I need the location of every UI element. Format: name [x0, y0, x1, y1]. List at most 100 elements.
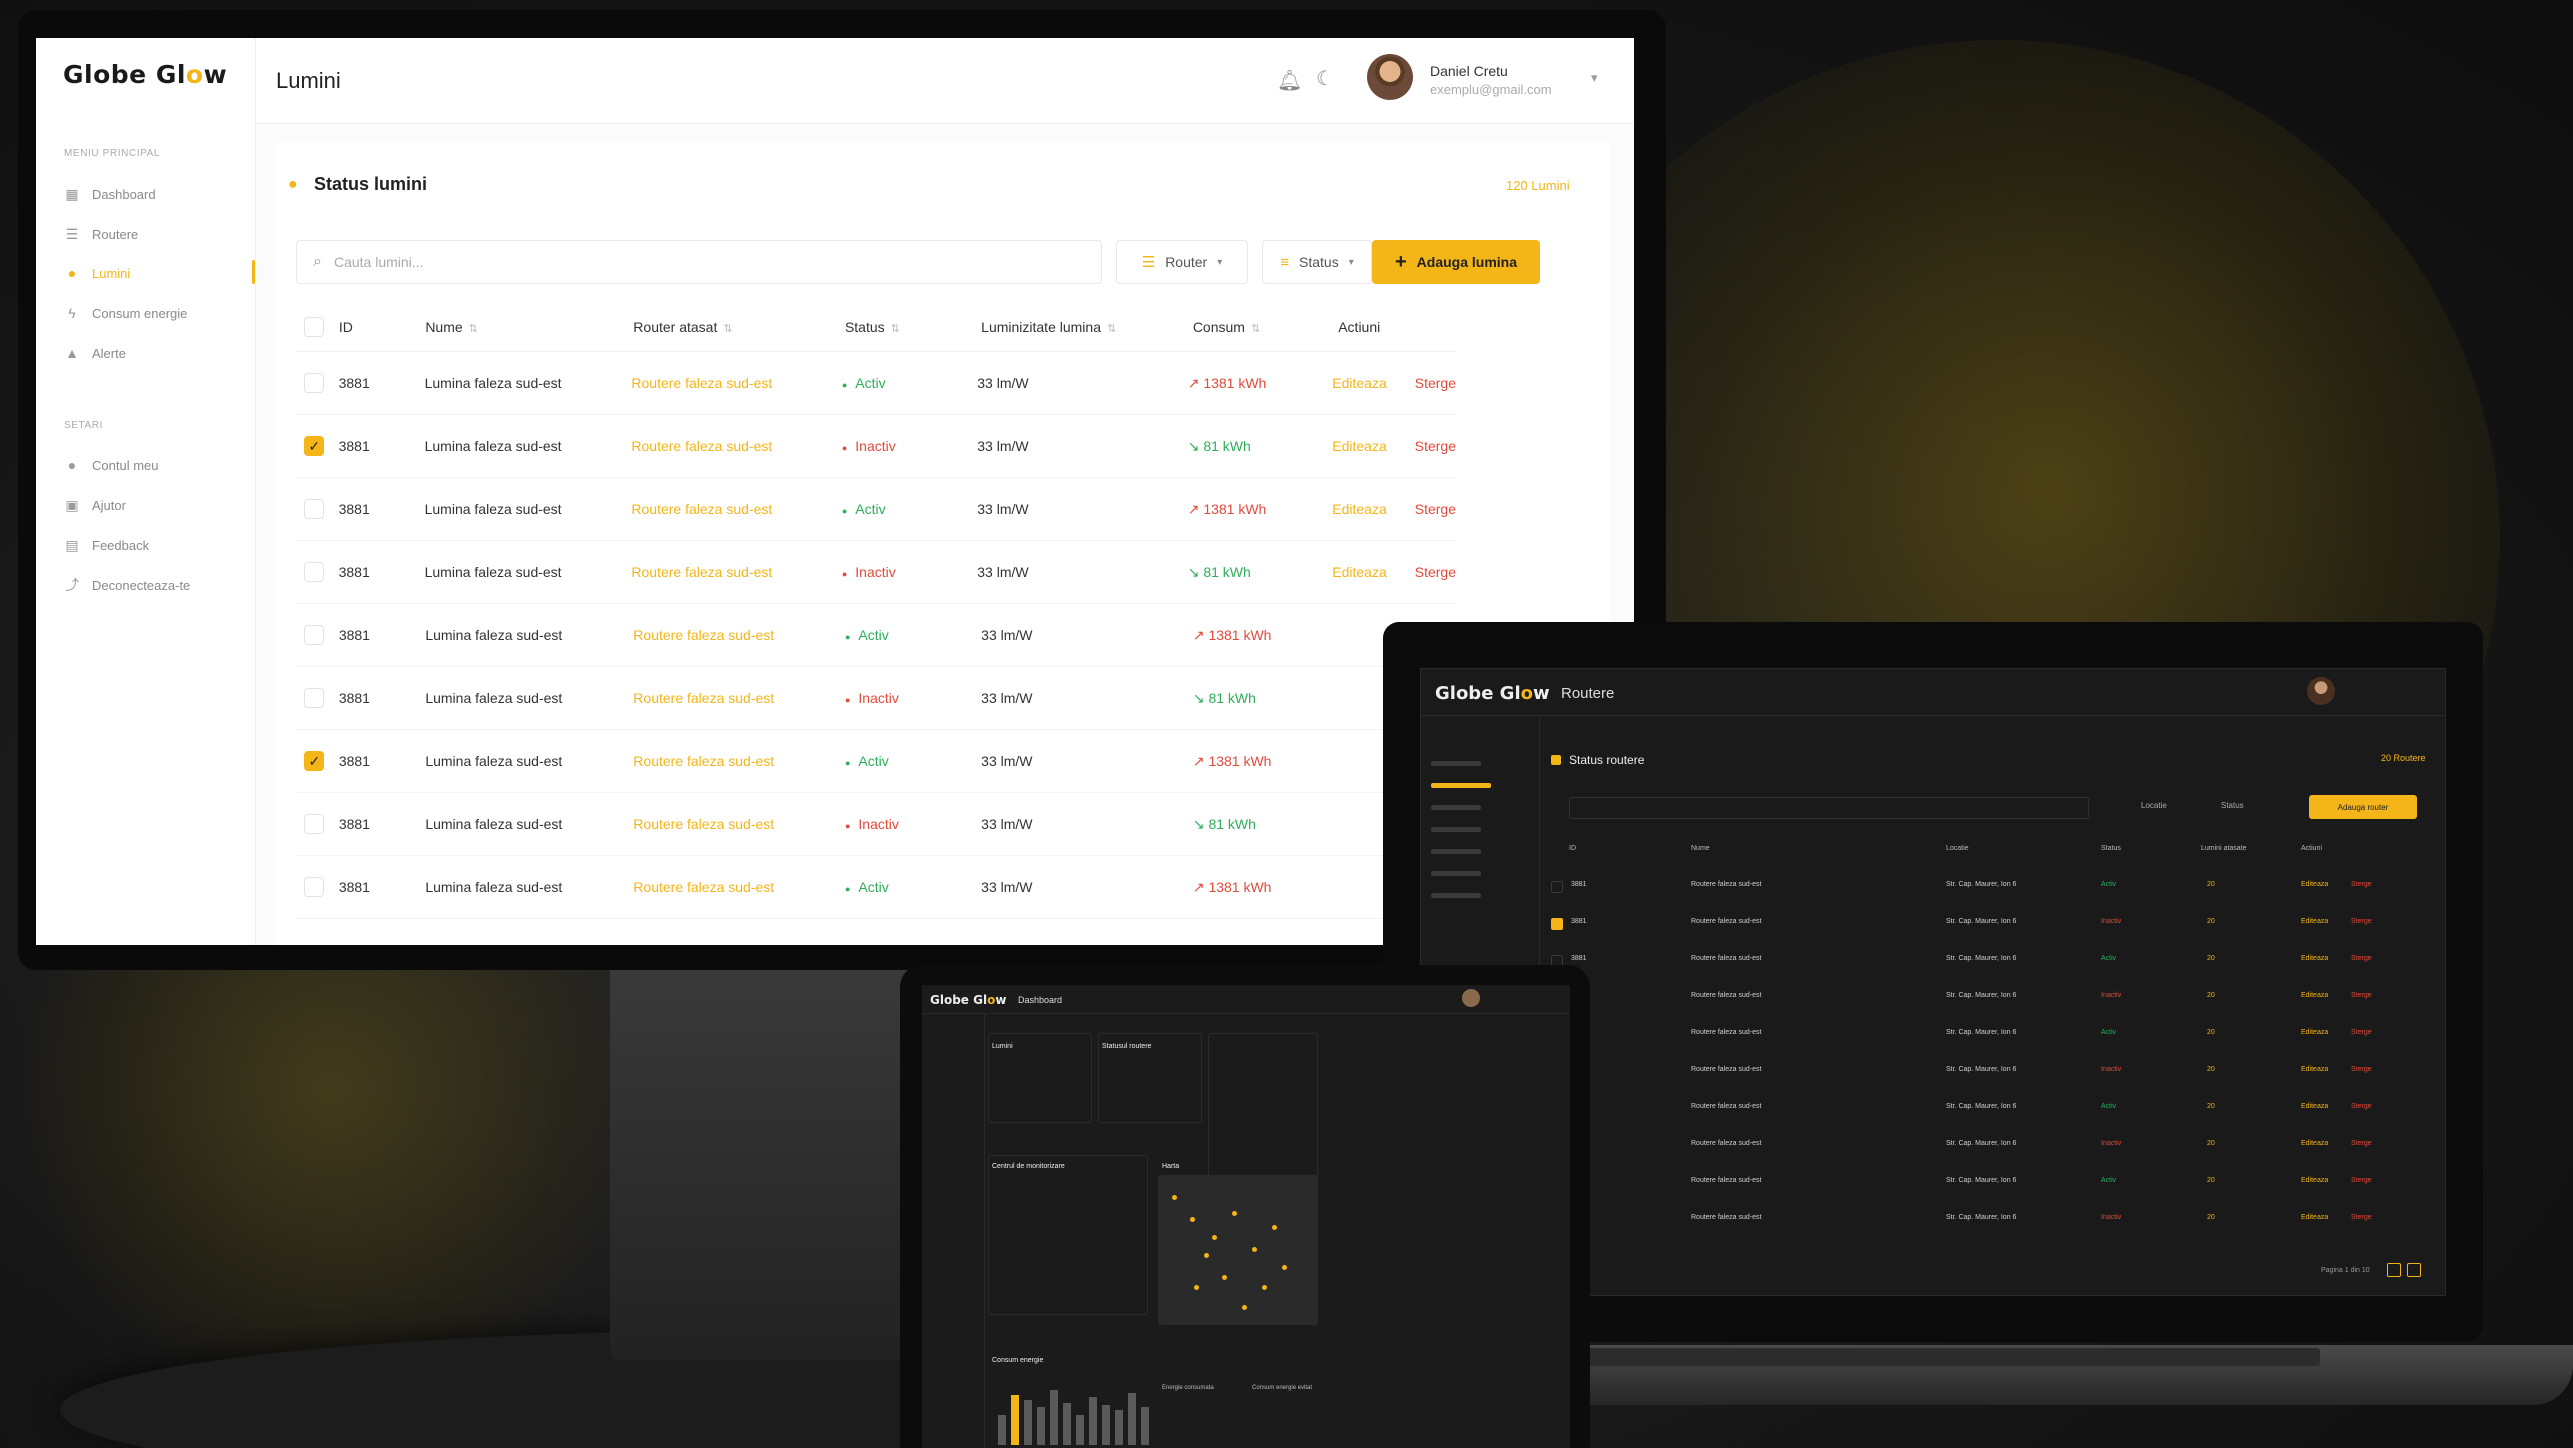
sidebar-item-deconecteaza[interactable]: ⤴ Deconecteaza-te	[64, 572, 190, 598]
laptop-sidebar-item[interactable]	[1431, 849, 1481, 854]
delete-link[interactable]: Sterge	[1415, 438, 1456, 454]
edit-link[interactable]: Editeaza	[2301, 1029, 2328, 1036]
chevron-down-icon[interactable]: ▾	[1591, 70, 1598, 86]
delete-link[interactable]: Sterge	[2351, 1177, 2372, 1184]
add-light-button[interactable]: + Adauga lumina	[1372, 240, 1540, 284]
row-checkbox[interactable]	[1551, 881, 1563, 893]
edit-link[interactable]: Editeaza	[2301, 1214, 2328, 1221]
laptop-search-input[interactable]	[1569, 797, 2089, 819]
map-marker-icon[interactable]	[1212, 1235, 1217, 1240]
router-link[interactable]: Routere faleza sud-est	[633, 690, 845, 706]
table-row[interactable]: 3881 Lumina faleza sud-est Routere faleza …	[296, 856, 1456, 919]
delete-link[interactable]: Sterge	[2351, 881, 2372, 888]
location-filter[interactable]: Locatie	[2141, 801, 2167, 810]
map-marker-icon[interactable]	[1222, 1275, 1227, 1280]
map-marker-icon[interactable]	[1172, 1195, 1177, 1200]
laptop-sidebar-item[interactable]	[1431, 761, 1481, 766]
brand-logo[interactable]: Globe Glow	[930, 993, 1006, 1007]
edit-link[interactable]: Editeaza	[2301, 918, 2328, 925]
sidebar-item-consum-energie[interactable]: ϟ Consum energie	[64, 300, 187, 326]
map-marker-icon[interactable]	[1272, 1225, 1277, 1230]
edit-link[interactable]: Editeaza	[1332, 501, 1386, 517]
router-link[interactable]: Routere faleza sud-est	[633, 879, 845, 895]
row-checkbox[interactable]	[304, 373, 325, 393]
edit-link[interactable]: Editeaza	[2301, 1177, 2328, 1184]
delete-link[interactable]: Sterge	[2351, 955, 2372, 962]
sidebar-item-lumini[interactable]: ● Lumini	[64, 260, 131, 286]
row-checkbox[interactable]	[304, 814, 325, 834]
sidebar-item-alerte[interactable]: ▲ Alerte	[64, 340, 126, 366]
laptop-sidebar-item[interactable]	[1431, 805, 1481, 810]
avatar[interactable]	[1367, 54, 1413, 100]
search-input[interactable]	[333, 254, 1034, 270]
edit-link[interactable]: Editeaza	[2301, 992, 2328, 999]
edit-link[interactable]: Editeaza	[2301, 1066, 2328, 1073]
table-row[interactable]: 3881 Lumina faleza sud-est Routere faleza …	[296, 793, 1456, 856]
column-luminozitate[interactable]: Luminizitate lumina ⇅	[981, 319, 1193, 335]
table-row[interactable]: 3881 Lumina faleza sud-est Routere faleza …	[296, 478, 1456, 541]
laptop-sidebar-item[interactable]	[1431, 827, 1481, 832]
edit-link[interactable]: Editeaza	[1332, 375, 1386, 391]
router-link[interactable]: Routere faleza sud-est	[633, 816, 845, 832]
status-filter[interactable]: ≡ Status ▾	[1262, 240, 1372, 284]
column-router[interactable]: Router atasat ⇅	[633, 319, 845, 335]
delete-link[interactable]: Sterge	[2351, 1103, 2372, 1110]
sidebar-item-ajutor[interactable]: ▣ Ajutor	[64, 492, 126, 518]
map-marker-icon[interactable]	[1194, 1285, 1199, 1290]
edit-link[interactable]: Editeaza	[2301, 881, 2328, 888]
delete-link[interactable]: Sterge	[2351, 1214, 2372, 1221]
edit-link[interactable]: Editeaza	[2301, 955, 2328, 962]
row-checkbox[interactable]: ✓	[304, 436, 325, 456]
row-checkbox[interactable]	[304, 688, 325, 708]
sidebar-item-dashboard[interactable]: ▦ Dashboard	[64, 181, 155, 207]
pagination-next-button[interactable]	[2407, 1263, 2421, 1277]
brand-logo[interactable]: Globe Glow	[1435, 683, 1550, 704]
delete-link[interactable]: Sterge	[2351, 992, 2372, 999]
sidebar-item-routere[interactable]: ☰ Routere	[64, 221, 139, 247]
table-row[interactable]: ✓ 3881 Lumina faleza sud-est Routere faleza…	[296, 730, 1456, 793]
map-widget[interactable]	[1158, 1175, 1318, 1325]
search-box[interactable]: ⌕	[296, 240, 1102, 284]
router-link[interactable]: Routere faleza sud-est	[631, 438, 841, 454]
map-marker-icon[interactable]	[1190, 1217, 1195, 1222]
row-checkbox[interactable]	[304, 877, 325, 897]
edit-link[interactable]: Editeaza	[1332, 564, 1386, 580]
laptop-table-row[interactable]: 3881Routere faleza sud-estStr. Cap. Maur…	[1551, 910, 2431, 940]
delete-link[interactable]: Sterge	[1415, 375, 1456, 391]
delete-link[interactable]: Sterge	[2351, 1140, 2372, 1147]
router-link[interactable]: Routere faleza sud-est	[633, 627, 845, 643]
delete-link[interactable]: Sterge	[1415, 501, 1456, 517]
laptop-sidebar-item[interactable]	[1431, 783, 1491, 788]
row-checkbox[interactable]	[1551, 918, 1563, 930]
laptop-table-row[interactable]: 3881Routere faleza sud-estStr. Cap. Maur…	[1551, 984, 2431, 1014]
laptop-sidebar-item[interactable]	[1431, 871, 1481, 876]
column-status[interactable]: Status ⇅	[845, 319, 981, 335]
delete-link[interactable]: Sterge	[1415, 564, 1456, 580]
brand-logo[interactable]: Globe Glow	[63, 60, 227, 89]
sort-icon[interactable]: ⇅	[469, 323, 478, 335]
row-checkbox[interactable]	[304, 625, 325, 645]
laptop-table-row[interactable]: 3881Routere faleza sud-estStr. Cap. Maur…	[1551, 1095, 2431, 1125]
pagination-prev-button[interactable]	[2387, 1263, 2401, 1277]
map-marker-icon[interactable]	[1204, 1253, 1209, 1258]
delete-link[interactable]: Sterge	[2351, 1029, 2372, 1036]
avatar[interactable]	[2307, 677, 2335, 705]
row-checkbox[interactable]	[304, 499, 325, 519]
map-marker-icon[interactable]	[1242, 1305, 1247, 1310]
edit-link[interactable]: Editeaza	[2301, 1140, 2328, 1147]
laptop-table-row[interactable]: 3881Routere faleza sud-estStr. Cap. Maur…	[1551, 1058, 2431, 1088]
router-link[interactable]: Routere faleza sud-est	[631, 501, 841, 517]
avatar[interactable]	[1462, 989, 1480, 1007]
laptop-table-row[interactable]: 3881Routere faleza sud-estStr. Cap. Maur…	[1551, 1169, 2431, 1199]
sidebar-item-feedback[interactable]: ▤ Feedback	[64, 532, 149, 558]
router-link[interactable]: Routere faleza sud-est	[633, 753, 845, 769]
router-link[interactable]: Routere faleza sud-est	[631, 564, 841, 580]
laptop-table-row[interactable]: 3881Routere faleza sud-estStr. Cap. Maur…	[1551, 1206, 2431, 1236]
row-checkbox[interactable]	[304, 562, 325, 582]
status-filter[interactable]: Status	[2221, 801, 2244, 810]
edit-link[interactable]: Editeaza	[2301, 1103, 2328, 1110]
map-marker-icon[interactable]	[1232, 1211, 1237, 1216]
table-row[interactable]: 3881 Lumina faleza sud-est Routere faleza …	[296, 352, 1456, 415]
map-marker-icon[interactable]	[1282, 1265, 1287, 1270]
laptop-table-row[interactable]: 3881Routere faleza sud-estStr. Cap. Maur…	[1551, 1021, 2431, 1051]
